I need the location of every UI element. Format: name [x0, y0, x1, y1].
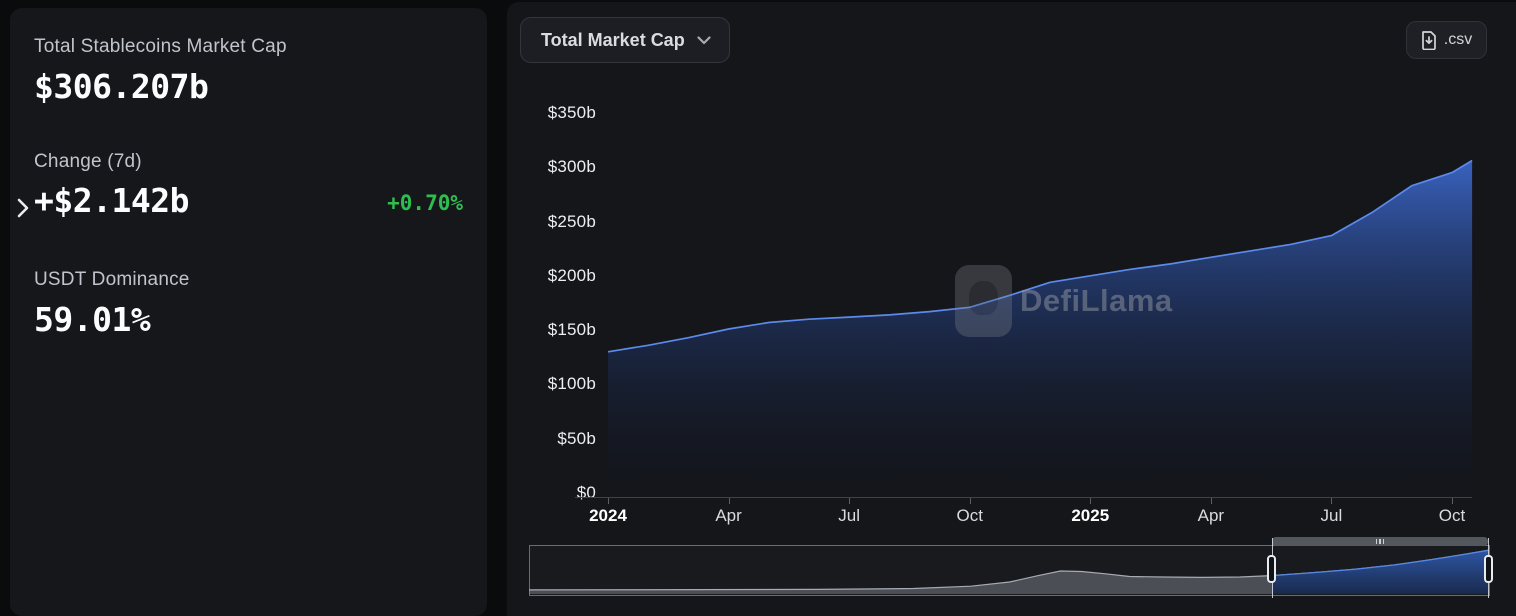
metric-dropdown[interactable]: Total Market Cap — [520, 17, 730, 63]
x-axis-tick — [1331, 498, 1332, 504]
usdt-dominance-label: USDT Dominance — [34, 269, 190, 291]
file-download-icon — [1421, 31, 1437, 50]
x-axis-tick — [729, 498, 730, 504]
y-axis-tick-label: $50b — [516, 429, 596, 449]
market-cap-area-chart[interactable] — [507, 2, 1516, 616]
x-axis-tick-label: Apr — [1198, 506, 1224, 526]
y-axis-tick-label: $300b — [516, 157, 596, 177]
chart-panel: Total Market Cap .csv $350b $300b $250b $20… — [507, 2, 1516, 616]
x-axis-tick-label: Oct — [956, 506, 982, 526]
x-axis-tick-label: Oct — [1439, 506, 1465, 526]
total-mcap-label: Total Stablecoins Market Cap — [34, 36, 287, 58]
change-7d-stat: Change (7d) +$2.142b +0.70% — [34, 151, 463, 220]
x-axis-tick — [970, 498, 971, 504]
usdt-dominance-value: 59.01% — [34, 300, 190, 339]
total-mcap-stat: Total Stablecoins Market Cap $306.207b — [34, 36, 287, 106]
y-axis-tick-label: $350b — [516, 103, 596, 123]
x-axis-tick-label: 2025 — [1071, 506, 1109, 526]
chevron-right-icon — [16, 198, 30, 218]
x-axis-line — [575, 497, 1472, 498]
y-axis-tick-label: $200b — [516, 266, 596, 286]
x-axis-tick — [1090, 498, 1091, 504]
brush-left-handle[interactable] — [1267, 555, 1276, 583]
chevron-down-icon — [697, 36, 711, 45]
stablecoins-dashboard: Total Stablecoins Market Cap $306.207b C… — [0, 0, 1516, 616]
csv-button-label: .csv — [1444, 31, 1472, 49]
brush-drag-bar[interactable] — [1272, 537, 1488, 546]
x-axis-tick-label: Apr — [715, 506, 741, 526]
y-axis-tick-label: $100b — [516, 374, 596, 394]
usdt-dominance-stat: USDT Dominance 59.01% — [34, 269, 190, 339]
csv-download-button[interactable]: .csv — [1406, 21, 1487, 59]
change-7d-percent: +0.70% — [387, 191, 463, 220]
y-axis-tick-label: $250b — [516, 212, 596, 232]
y-axis-tick-label: $0 — [516, 483, 596, 503]
stats-panel: Total Stablecoins Market Cap $306.207b C… — [10, 8, 487, 616]
x-axis-tick — [608, 498, 609, 504]
change-7d-label: Change (7d) — [34, 151, 463, 173]
y-axis-tick-label: $150b — [516, 320, 596, 340]
brush-right-handle[interactable] — [1484, 555, 1493, 583]
x-axis-tick — [1452, 498, 1453, 504]
defillama-watermark: DefiLlama — [955, 265, 1173, 337]
defillama-llama-icon — [955, 265, 1012, 337]
x-axis-tick — [849, 498, 850, 504]
total-mcap-value: $306.207b — [34, 67, 287, 106]
defillama-watermark-text: DefiLlama — [1020, 283, 1173, 319]
metric-dropdown-label: Total Market Cap — [541, 30, 685, 51]
x-axis-tick-label: Jul — [838, 506, 860, 526]
x-axis-tick-label: Jul — [1321, 506, 1343, 526]
x-axis-tick — [1211, 498, 1212, 504]
x-axis-tick-label: 2024 — [589, 506, 627, 526]
change-7d-value: +$2.142b — [34, 181, 189, 220]
timeline-brush[interactable] — [529, 545, 1490, 596]
